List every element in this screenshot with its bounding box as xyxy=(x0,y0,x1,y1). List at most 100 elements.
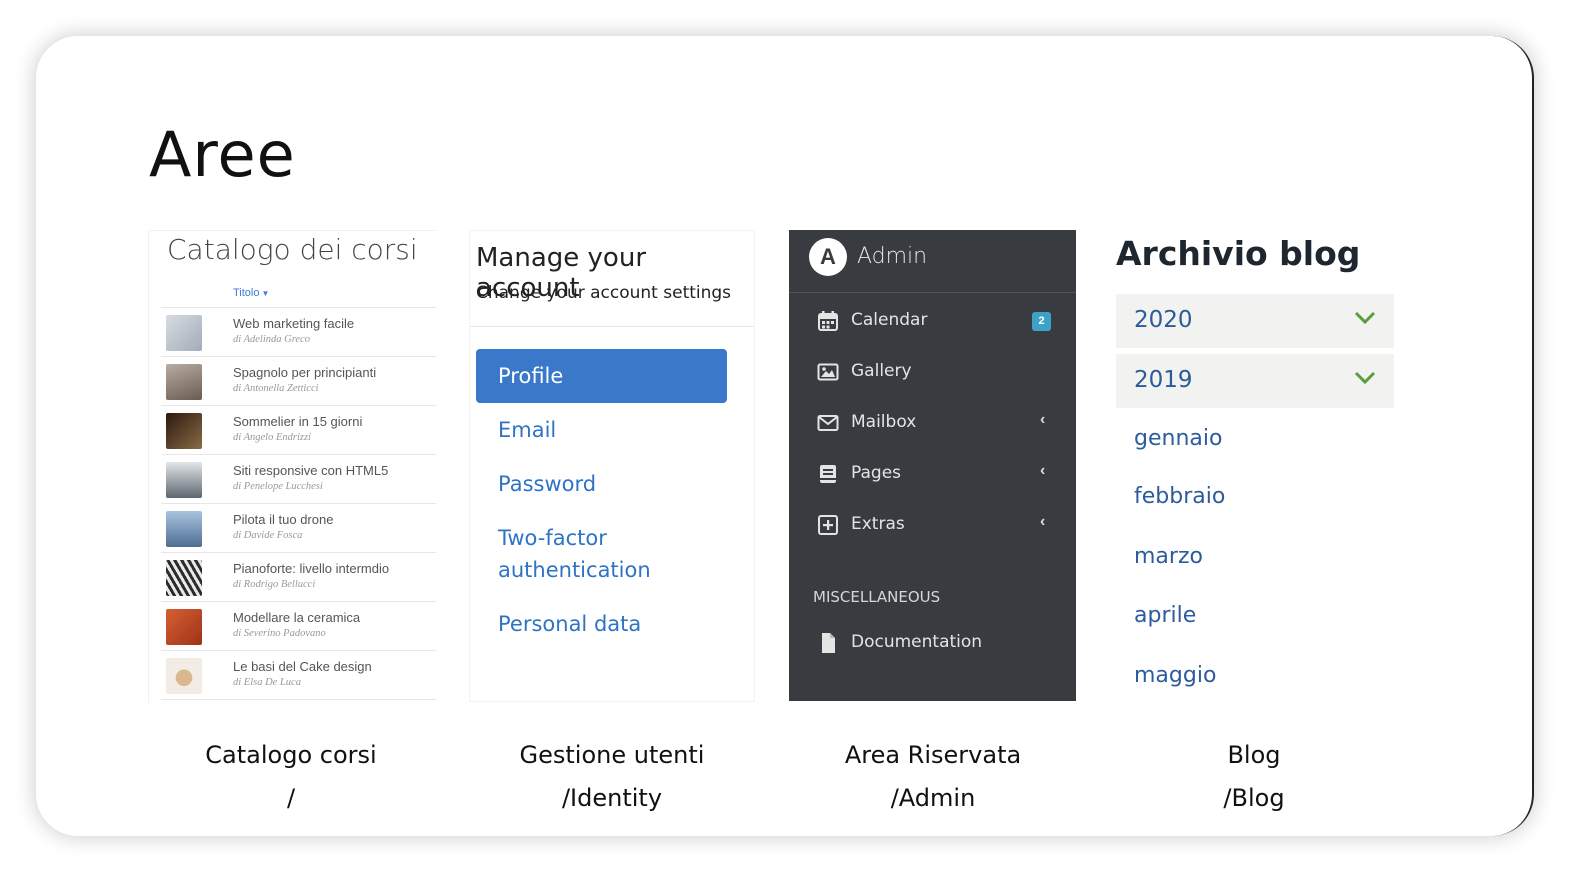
chevron-down-icon xyxy=(1354,371,1376,385)
admin-sidebar: A Admin Calendar 2 Gallery Mailbox ‹ Pag… xyxy=(789,230,1076,701)
course-author: di Davide Fosca xyxy=(233,530,303,541)
caption-admin: Area Riservata /Admin xyxy=(783,734,1083,820)
sidebar-item-label: Extras xyxy=(851,514,905,534)
course-title[interactable]: Pilota il tuo drone xyxy=(233,512,333,527)
chevron-left-icon[interactable]: ‹ xyxy=(1040,513,1045,531)
divider xyxy=(470,326,754,327)
course-list: Web marketing facile di Adelinda Greco S… xyxy=(161,307,436,700)
course-title[interactable]: Modellare la ceramica xyxy=(233,610,360,625)
sort-label: Titolo xyxy=(233,287,260,299)
caption-title: Catalogo corsi xyxy=(205,741,377,769)
course-thumbnail xyxy=(166,609,202,645)
month-link[interactable]: aprile xyxy=(1134,603,1196,628)
sidebar-item-label: Mailbox xyxy=(851,412,917,432)
caption-route: / xyxy=(286,784,296,812)
sidebar-item-extras[interactable]: Extras ‹ xyxy=(789,504,1076,546)
course-thumbnail xyxy=(166,658,202,694)
admin-header: A Admin xyxy=(789,230,1076,293)
account-subheading: Change your account settings xyxy=(476,283,732,303)
course-row[interactable]: Siti responsive con HTML5 di Penelope Lu… xyxy=(161,454,436,503)
envelope-icon xyxy=(817,415,839,431)
admin-brand[interactable]: Admin xyxy=(857,244,927,269)
year-label: 2020 xyxy=(1134,307,1193,333)
caption-route: /Admin xyxy=(890,784,976,812)
sidebar-item-calendar[interactable]: Calendar 2 xyxy=(789,300,1076,342)
nav-two-factor[interactable]: Two-factor authentication xyxy=(476,511,727,597)
image-icon xyxy=(817,363,839,381)
sidebar-item-gallery[interactable]: Gallery xyxy=(789,351,1076,393)
caption-title: Blog xyxy=(1227,741,1281,769)
course-author: di Adelinda Greco xyxy=(233,334,310,345)
course-title[interactable]: Siti responsive con HTML5 xyxy=(233,463,388,478)
month-link[interactable]: maggio xyxy=(1134,663,1216,688)
chevron-down-icon xyxy=(1354,311,1376,325)
course-author: di Penelope Lucchesi xyxy=(233,481,323,492)
course-row[interactable]: Pianoforte: livello intermdio di Rodrigo… xyxy=(161,552,436,601)
course-author: di Angelo Endrizzi xyxy=(233,432,311,443)
slide: Aree Catalogo dei corsi Titolo ▼ Web mark… xyxy=(36,36,1534,836)
nav-personal-data[interactable]: Personal data xyxy=(476,597,727,651)
course-author: di Rodrigo Bellucci xyxy=(233,579,316,590)
slide-title: Aree xyxy=(149,118,296,191)
course-title[interactable]: Sommelier in 15 giorni xyxy=(233,414,362,429)
course-row[interactable]: Spagnolo per principianti di Antonella Z… xyxy=(161,356,436,405)
sidebar-item-documentation[interactable]: Documentation xyxy=(789,622,1076,664)
admin-logo[interactable]: A xyxy=(809,238,847,276)
catalog-panel: Catalogo dei corsi Titolo ▼ Web marketing… xyxy=(148,230,436,703)
account-panel: Manage your account Change your account … xyxy=(469,230,755,702)
sidebar-item-label: Gallery xyxy=(851,361,912,381)
plus-square-icon xyxy=(818,515,838,535)
course-author: di Elsa De Luca xyxy=(233,677,301,688)
sidebar-item-label: Documentation xyxy=(851,632,983,652)
month-link[interactable]: marzo xyxy=(1134,544,1203,569)
course-thumbnail xyxy=(166,315,202,351)
course-title[interactable]: Pianoforte: livello intermdio xyxy=(233,561,389,576)
count-badge: 2 xyxy=(1032,312,1051,331)
course-author: di Severino Padovano xyxy=(233,628,326,639)
sidebar-item-label: Pages xyxy=(851,463,902,483)
chevron-left-icon[interactable]: ‹ xyxy=(1040,411,1045,429)
year-toggle-2020[interactable]: 2020 xyxy=(1116,294,1394,348)
course-row[interactable]: Le basi del Cake design di Elsa De Luca xyxy=(161,650,436,700)
catalog-heading: Catalogo dei corsi xyxy=(167,233,418,266)
year-toggle-2019[interactable]: 2019 xyxy=(1116,354,1394,408)
chevron-left-icon[interactable]: ‹ xyxy=(1040,462,1045,480)
month-link[interactable]: febbraio xyxy=(1134,484,1225,509)
course-row[interactable]: Modellare la ceramica di Severino Padova… xyxy=(161,601,436,650)
sidebar-section-header: MISCELLANEOUS xyxy=(813,588,941,606)
calendar-icon xyxy=(818,311,838,331)
course-title[interactable]: Spagnolo per principianti xyxy=(233,365,376,380)
caption-blog: Blog /Blog xyxy=(1104,734,1404,820)
nav-password[interactable]: Password xyxy=(476,457,727,511)
course-thumbnail xyxy=(166,560,202,596)
blog-archive-panel: Archivio blog 2020 2019 gennaio febbraio… xyxy=(1114,230,1396,700)
caption-catalogo: Catalogo corsi / xyxy=(141,734,441,820)
sidebar-item-label: Calendar xyxy=(851,310,928,330)
caption-title: Area Riservata xyxy=(844,741,1022,769)
course-thumbnail xyxy=(166,511,202,547)
caption-route: /Identity xyxy=(561,784,663,812)
year-label: 2019 xyxy=(1134,367,1193,393)
blog-heading: Archivio blog xyxy=(1116,234,1361,273)
caption-route: /Blog xyxy=(1223,784,1285,812)
sidebar-item-pages[interactable]: Pages ‹ xyxy=(789,453,1076,495)
nav-email[interactable]: Email xyxy=(476,403,727,457)
course-row[interactable]: Web marketing facile di Adelinda Greco xyxy=(161,307,436,356)
course-title[interactable]: Web marketing facile xyxy=(233,316,354,331)
course-row[interactable]: Sommelier in 15 giorni di Angelo Endrizz… xyxy=(161,405,436,454)
caret-down-icon: ▼ xyxy=(261,289,270,298)
course-title[interactable]: Le basi del Cake design xyxy=(233,659,372,674)
caption-title: Gestione utenti xyxy=(519,741,705,769)
course-thumbnail xyxy=(166,364,202,400)
file-icon xyxy=(822,633,835,653)
course-thumbnail xyxy=(166,462,202,498)
sidebar-item-mailbox[interactable]: Mailbox ‹ xyxy=(789,402,1076,444)
account-nav: Profile Email Password Two-factor authen… xyxy=(476,349,727,651)
book-icon xyxy=(820,465,836,483)
sort-by-title-link[interactable]: Titolo ▼ xyxy=(233,287,269,299)
nav-profile[interactable]: Profile xyxy=(476,349,727,403)
course-author: di Antonella Zetticci xyxy=(233,383,319,394)
month-link[interactable]: gennaio xyxy=(1134,426,1222,451)
course-row[interactable]: Pilota il tuo drone di Davide Fosca xyxy=(161,503,436,552)
course-thumbnail xyxy=(166,413,202,449)
